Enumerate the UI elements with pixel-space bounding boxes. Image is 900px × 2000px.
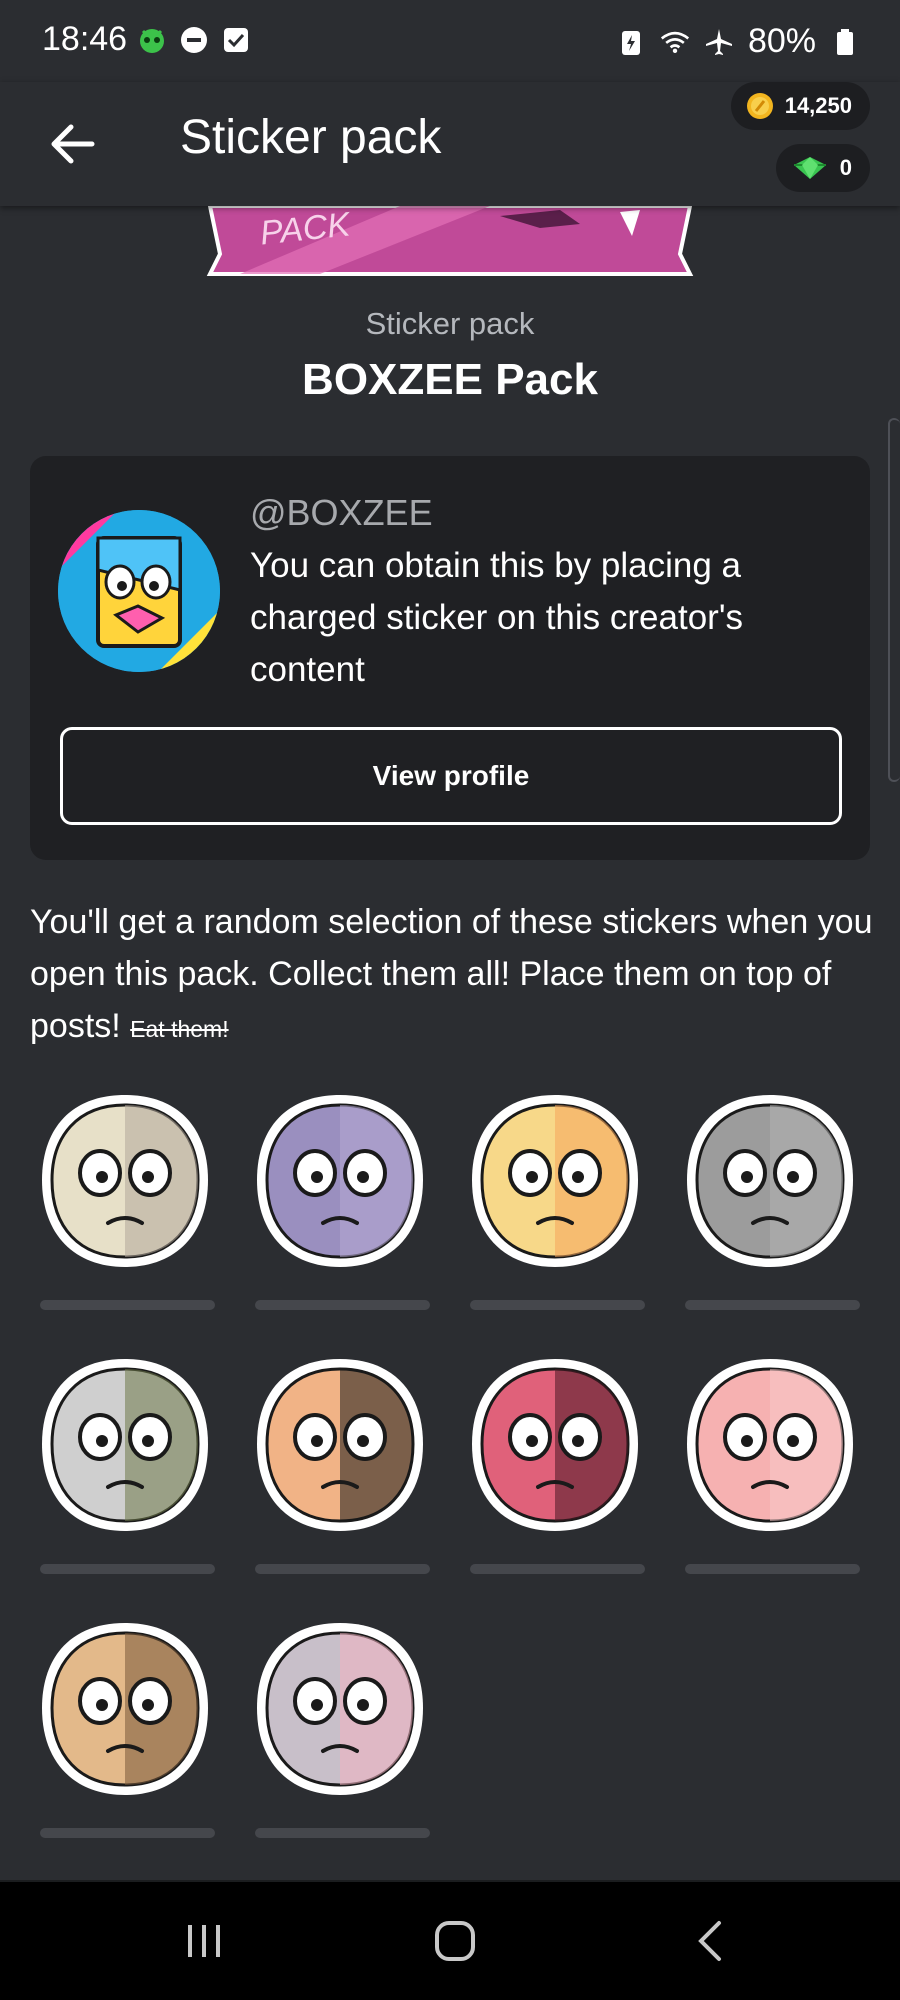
checkbox-notification-icon <box>221 25 251 55</box>
home-button[interactable] <box>375 1882 535 2000</box>
airplane-mode-icon <box>704 27 734 57</box>
do-not-disturb-icon <box>179 25 209 55</box>
creator-card: @BOXZEE You can obtain this by placing a… <box>30 456 870 860</box>
sticker-beige-tan-face[interactable] <box>30 1085 220 1310</box>
system-navigation-bar <box>0 1880 900 2000</box>
chevron-left-icon <box>698 1921 721 1961</box>
sticker-pink-fluffy-face[interactable] <box>675 1349 865 1574</box>
sticker-face-icon <box>472 1359 638 1531</box>
status-bar: 18:46 80% <box>0 0 900 82</box>
sticker-progress-bar <box>40 1300 215 1310</box>
pack-banner-image: PACK <box>200 204 700 276</box>
sticker-face-icon <box>472 1095 638 1267</box>
sticker-face-icon <box>257 1095 423 1267</box>
coin-count: 14,250 <box>784 93 852 118</box>
sticker-progress-bar <box>470 1564 645 1574</box>
recent-apps-button[interactable] <box>124 1882 284 2000</box>
sticker-tan-bald-face[interactable] <box>30 1613 220 1838</box>
back-button[interactable] <box>40 112 104 176</box>
battery-saver-icon <box>616 27 646 57</box>
sticker-face-icon <box>42 1623 208 1795</box>
wifi-icon <box>660 27 690 57</box>
status-time: 18:46 <box>42 20 128 58</box>
gem-balance[interactable]: 0 <box>775 144 870 192</box>
page-title: Sticker pack <box>180 111 442 164</box>
sticker-progress-bar <box>685 1564 860 1574</box>
sticker-lavender-flower-face[interactable] <box>245 1613 435 1838</box>
sticker-gray-scruffy-face[interactable] <box>675 1085 865 1310</box>
sticker-red-maroon-face[interactable] <box>460 1349 650 1574</box>
sticker-progress-bar <box>470 1300 645 1310</box>
coin-balance[interactable]: 14,250 <box>730 82 870 130</box>
creator-handle[interactable]: @BOXZEE <box>250 492 433 534</box>
pack-type-label: Sticker pack <box>365 306 535 341</box>
sticker-purple-round-face[interactable] <box>245 1085 435 1310</box>
sticker-face-icon <box>687 1359 853 1531</box>
scroll-indicator[interactable] <box>888 418 900 782</box>
sticker-progress-bar <box>255 1828 430 1838</box>
sticker-progress-bar <box>255 1300 430 1310</box>
sticker-progress-bar <box>40 1828 215 1838</box>
sticker-face-icon <box>257 1623 423 1795</box>
sticker-progress-bar <box>40 1564 215 1574</box>
home-icon <box>435 1921 475 1961</box>
gem-count: 0 <box>839 155 852 180</box>
arrow-left-icon <box>51 124 95 164</box>
pack-name: BOXZEE Pack <box>302 355 598 404</box>
sticker-peach-dark-eye-face[interactable] <box>245 1349 435 1574</box>
sticker-face-icon <box>257 1359 423 1531</box>
alien-notification-icon <box>137 25 167 55</box>
sticker-face-icon <box>42 1359 208 1531</box>
recent-apps-icon <box>188 1925 220 1957</box>
creator-description: You can obtain this by placing a charged… <box>250 546 744 689</box>
coin-icon <box>746 93 773 119</box>
sticker-progress-bar <box>255 1564 430 1574</box>
battery-percentage: 80% <box>747 22 816 60</box>
back-nav-button[interactable] <box>630 1882 790 2000</box>
green-gem-icon <box>793 157 826 179</box>
pack-description: You'll get a random selection of these s… <box>30 896 880 1055</box>
sticker-face-icon <box>42 1095 208 1267</box>
creator-avatar[interactable] <box>58 510 220 672</box>
sticker-yellow-orange-face[interactable] <box>460 1085 650 1310</box>
battery-icon <box>830 27 860 57</box>
strikethrough-text: Eat them! <box>130 1016 229 1042</box>
sticker-helmet-soldier-face[interactable] <box>30 1349 220 1574</box>
app-bar: Sticker pack 14,250 0 <box>0 82 900 206</box>
sticker-progress-bar <box>685 1300 860 1310</box>
status-icons-left <box>137 25 251 55</box>
view-profile-button[interactable]: View profile <box>60 727 842 825</box>
sticker-face-icon <box>687 1095 853 1267</box>
status-icons-right: 80% <box>616 22 860 61</box>
